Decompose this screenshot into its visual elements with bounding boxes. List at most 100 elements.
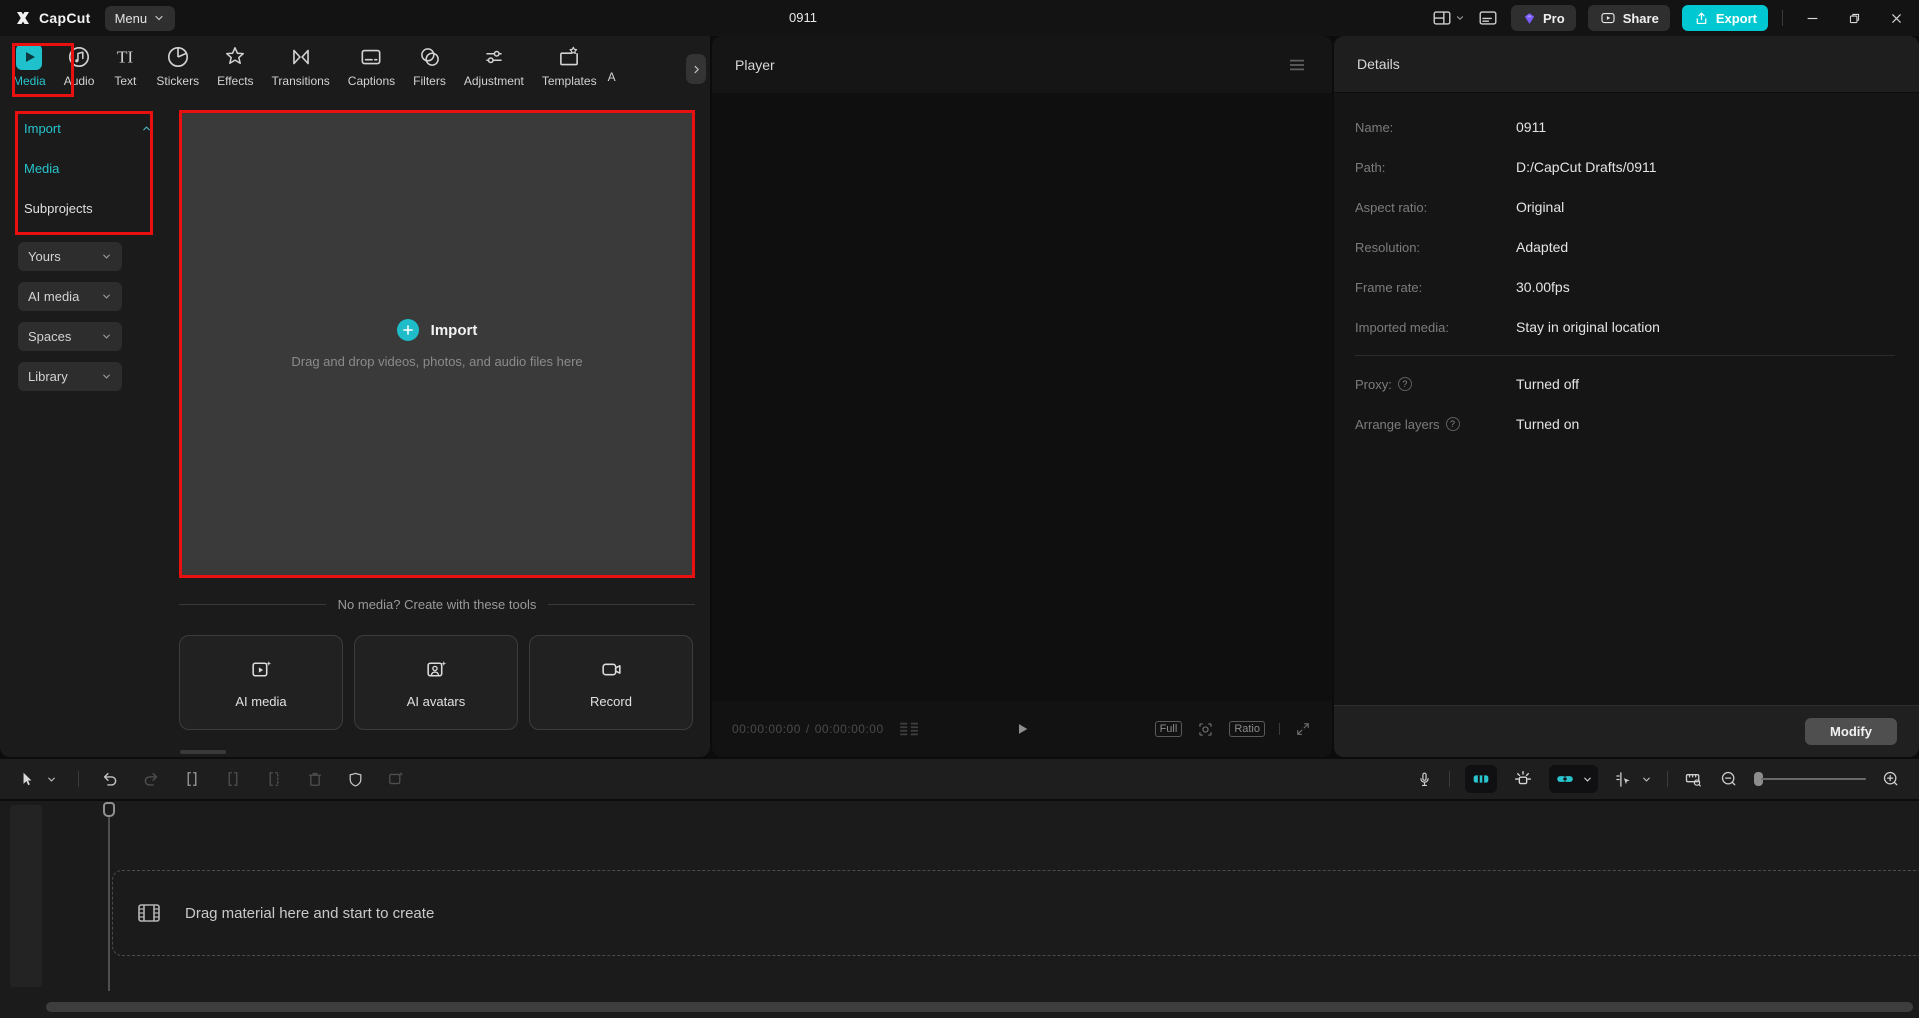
timeline-scrollbar[interactable]: [46, 1002, 1913, 1012]
play-button[interactable]: [1013, 720, 1031, 738]
plus-icon: [396, 319, 419, 341]
delete-left-button[interactable]: [223, 769, 243, 789]
tab-adjustment[interactable]: Adjustment: [455, 44, 533, 88]
chevron-right-icon: [694, 65, 699, 73]
snap-icon: [1514, 770, 1532, 785]
playhead[interactable]: [103, 802, 115, 991]
timeline[interactable]: Drag material here and start to create: [0, 801, 1919, 1018]
link-toggle[interactable]: [1549, 765, 1598, 793]
tab-effects[interactable]: Effects: [208, 44, 262, 88]
panel-toggle-button[interactable]: [1477, 7, 1499, 29]
menu-button[interactable]: Menu: [104, 5, 176, 31]
export-label: Export: [1715, 10, 1757, 26]
timeline-dropzone[interactable]: Drag material here and start to create: [112, 870, 1919, 956]
playhead-handle[interactable]: [103, 802, 115, 817]
split-button[interactable]: [182, 769, 202, 789]
filters-icon: [417, 44, 443, 70]
chevron-down-icon: [101, 291, 112, 302]
clip-export-button[interactable]: [386, 769, 406, 789]
hamburger-icon[interactable]: [1288, 58, 1306, 72]
sidebar-item-import[interactable]: Import: [24, 108, 152, 148]
undo-button[interactable]: [100, 769, 120, 789]
panel-toggle-icon: [1477, 7, 1499, 29]
player-viewport[interactable]: [712, 93, 1332, 701]
ratio-button[interactable]: Ratio: [1229, 721, 1265, 737]
tab-audio[interactable]: Audio: [55, 44, 104, 88]
import-dropzone[interactable]: Import Drag and drop videos, photos, and…: [179, 110, 695, 578]
pro-label: Pro: [1543, 10, 1565, 26]
preview-axis-button[interactable]: [1613, 769, 1652, 790]
magnet-icon: [1473, 775, 1489, 783]
ai-avatars-card[interactable]: AI avatars: [354, 635, 518, 730]
share-icon: [1599, 9, 1617, 27]
timecode: 00:00:00:00 / 00:00:00:00: [732, 722, 884, 736]
record-card[interactable]: Record: [529, 635, 693, 730]
mask-button[interactable]: [346, 770, 365, 789]
cursor-icon: [23, 772, 32, 785]
templates-icon: [556, 44, 582, 70]
tab-transitions[interactable]: Transitions: [263, 44, 339, 88]
tabbar-scroll-right-button[interactable]: [686, 54, 706, 84]
sidebar-group-yours[interactable]: Yours: [18, 242, 122, 271]
player-title: Player: [735, 56, 775, 73]
voiceover-button[interactable]: [1415, 770, 1434, 789]
details-panel: Details Name: 0911 Path: D:/CapCut Draft…: [1334, 36, 1919, 757]
tool-card-label: AI avatars: [406, 693, 466, 709]
delete-right-icon: [269, 772, 279, 786]
tab-media[interactable]: Media: [4, 44, 55, 88]
timeline-zoom-slider[interactable]: [1754, 772, 1866, 786]
export-button[interactable]: Export: [1681, 5, 1768, 31]
preview-snap-button[interactable]: [1512, 768, 1534, 790]
modify-button[interactable]: Modify: [1805, 718, 1897, 745]
sidebar-group-library[interactable]: Library: [18, 362, 122, 391]
shield-icon: [349, 772, 362, 787]
tab-text[interactable]: TI Text: [103, 44, 147, 88]
chevron-down-icon: [1584, 777, 1591, 782]
track-height-button[interactable]: [1683, 769, 1704, 790]
no-media-text: No media? Create with these tools: [337, 597, 537, 612]
fullscreen-button[interactable]: [1294, 720, 1312, 738]
sidebar-item-media[interactable]: Media: [24, 148, 152, 188]
pro-button[interactable]: Pro: [1511, 5, 1576, 31]
full-button[interactable]: Full: [1154, 721, 1183, 737]
redo-button[interactable]: [141, 769, 161, 789]
grid-icon[interactable]: [898, 721, 920, 737]
capcut-logo: CapCut: [14, 9, 91, 27]
help-icon[interactable]: ?: [1445, 417, 1460, 431]
audio-icon: [66, 44, 92, 70]
media-panel-scrollbar[interactable]: [180, 750, 226, 754]
menu-label: Menu: [114, 10, 148, 26]
captions-icon: [358, 44, 384, 70]
axis-cursor-icon: [1616, 771, 1630, 787]
select-tool-button[interactable]: [18, 770, 57, 789]
zoom-out-button[interactable]: [1719, 769, 1739, 789]
logo-text: CapCut: [39, 10, 91, 26]
sidebar-group-spaces[interactable]: Spaces: [18, 322, 122, 351]
close-button[interactable]: [1881, 3, 1911, 33]
delete-button[interactable]: [305, 769, 325, 789]
focus-button[interactable]: [1196, 720, 1215, 739]
tab-filters[interactable]: Filters: [404, 44, 455, 88]
minimize-button[interactable]: [1797, 3, 1827, 33]
sidebar-item-subprojects[interactable]: Subprojects: [24, 188, 152, 228]
tab-partial[interactable]: A: [606, 44, 628, 84]
share-label: Share: [1622, 10, 1659, 26]
delete-right-button[interactable]: [264, 769, 284, 789]
tab-templates[interactable]: Templates: [533, 44, 606, 88]
help-icon[interactable]: ?: [1397, 377, 1412, 391]
create-tools: AI media AI avatars Record: [179, 635, 693, 730]
details-title: Details: [1357, 56, 1400, 72]
tab-stickers[interactable]: Stickers: [147, 44, 208, 88]
zoom-in-button[interactable]: [1881, 769, 1901, 789]
sidebar-group-ai-media[interactable]: AI media: [18, 282, 122, 311]
ai-media-card[interactable]: AI media: [179, 635, 343, 730]
layout-select-button[interactable]: [1431, 7, 1465, 29]
timeline-toolbar: [0, 759, 1919, 799]
detail-row-arrange-layers: Arrange layers ? Turned on: [1355, 416, 1580, 432]
share-button[interactable]: Share: [1587, 5, 1670, 31]
detail-row-path: Path: D:/CapCut Drafts/0911: [1355, 159, 1657, 175]
zoom-out-icon: [1721, 771, 1736, 786]
magnetic-snap-toggle[interactable]: [1465, 765, 1497, 793]
tab-captions[interactable]: Captions: [339, 44, 404, 88]
restore-button[interactable]: [1839, 3, 1869, 33]
